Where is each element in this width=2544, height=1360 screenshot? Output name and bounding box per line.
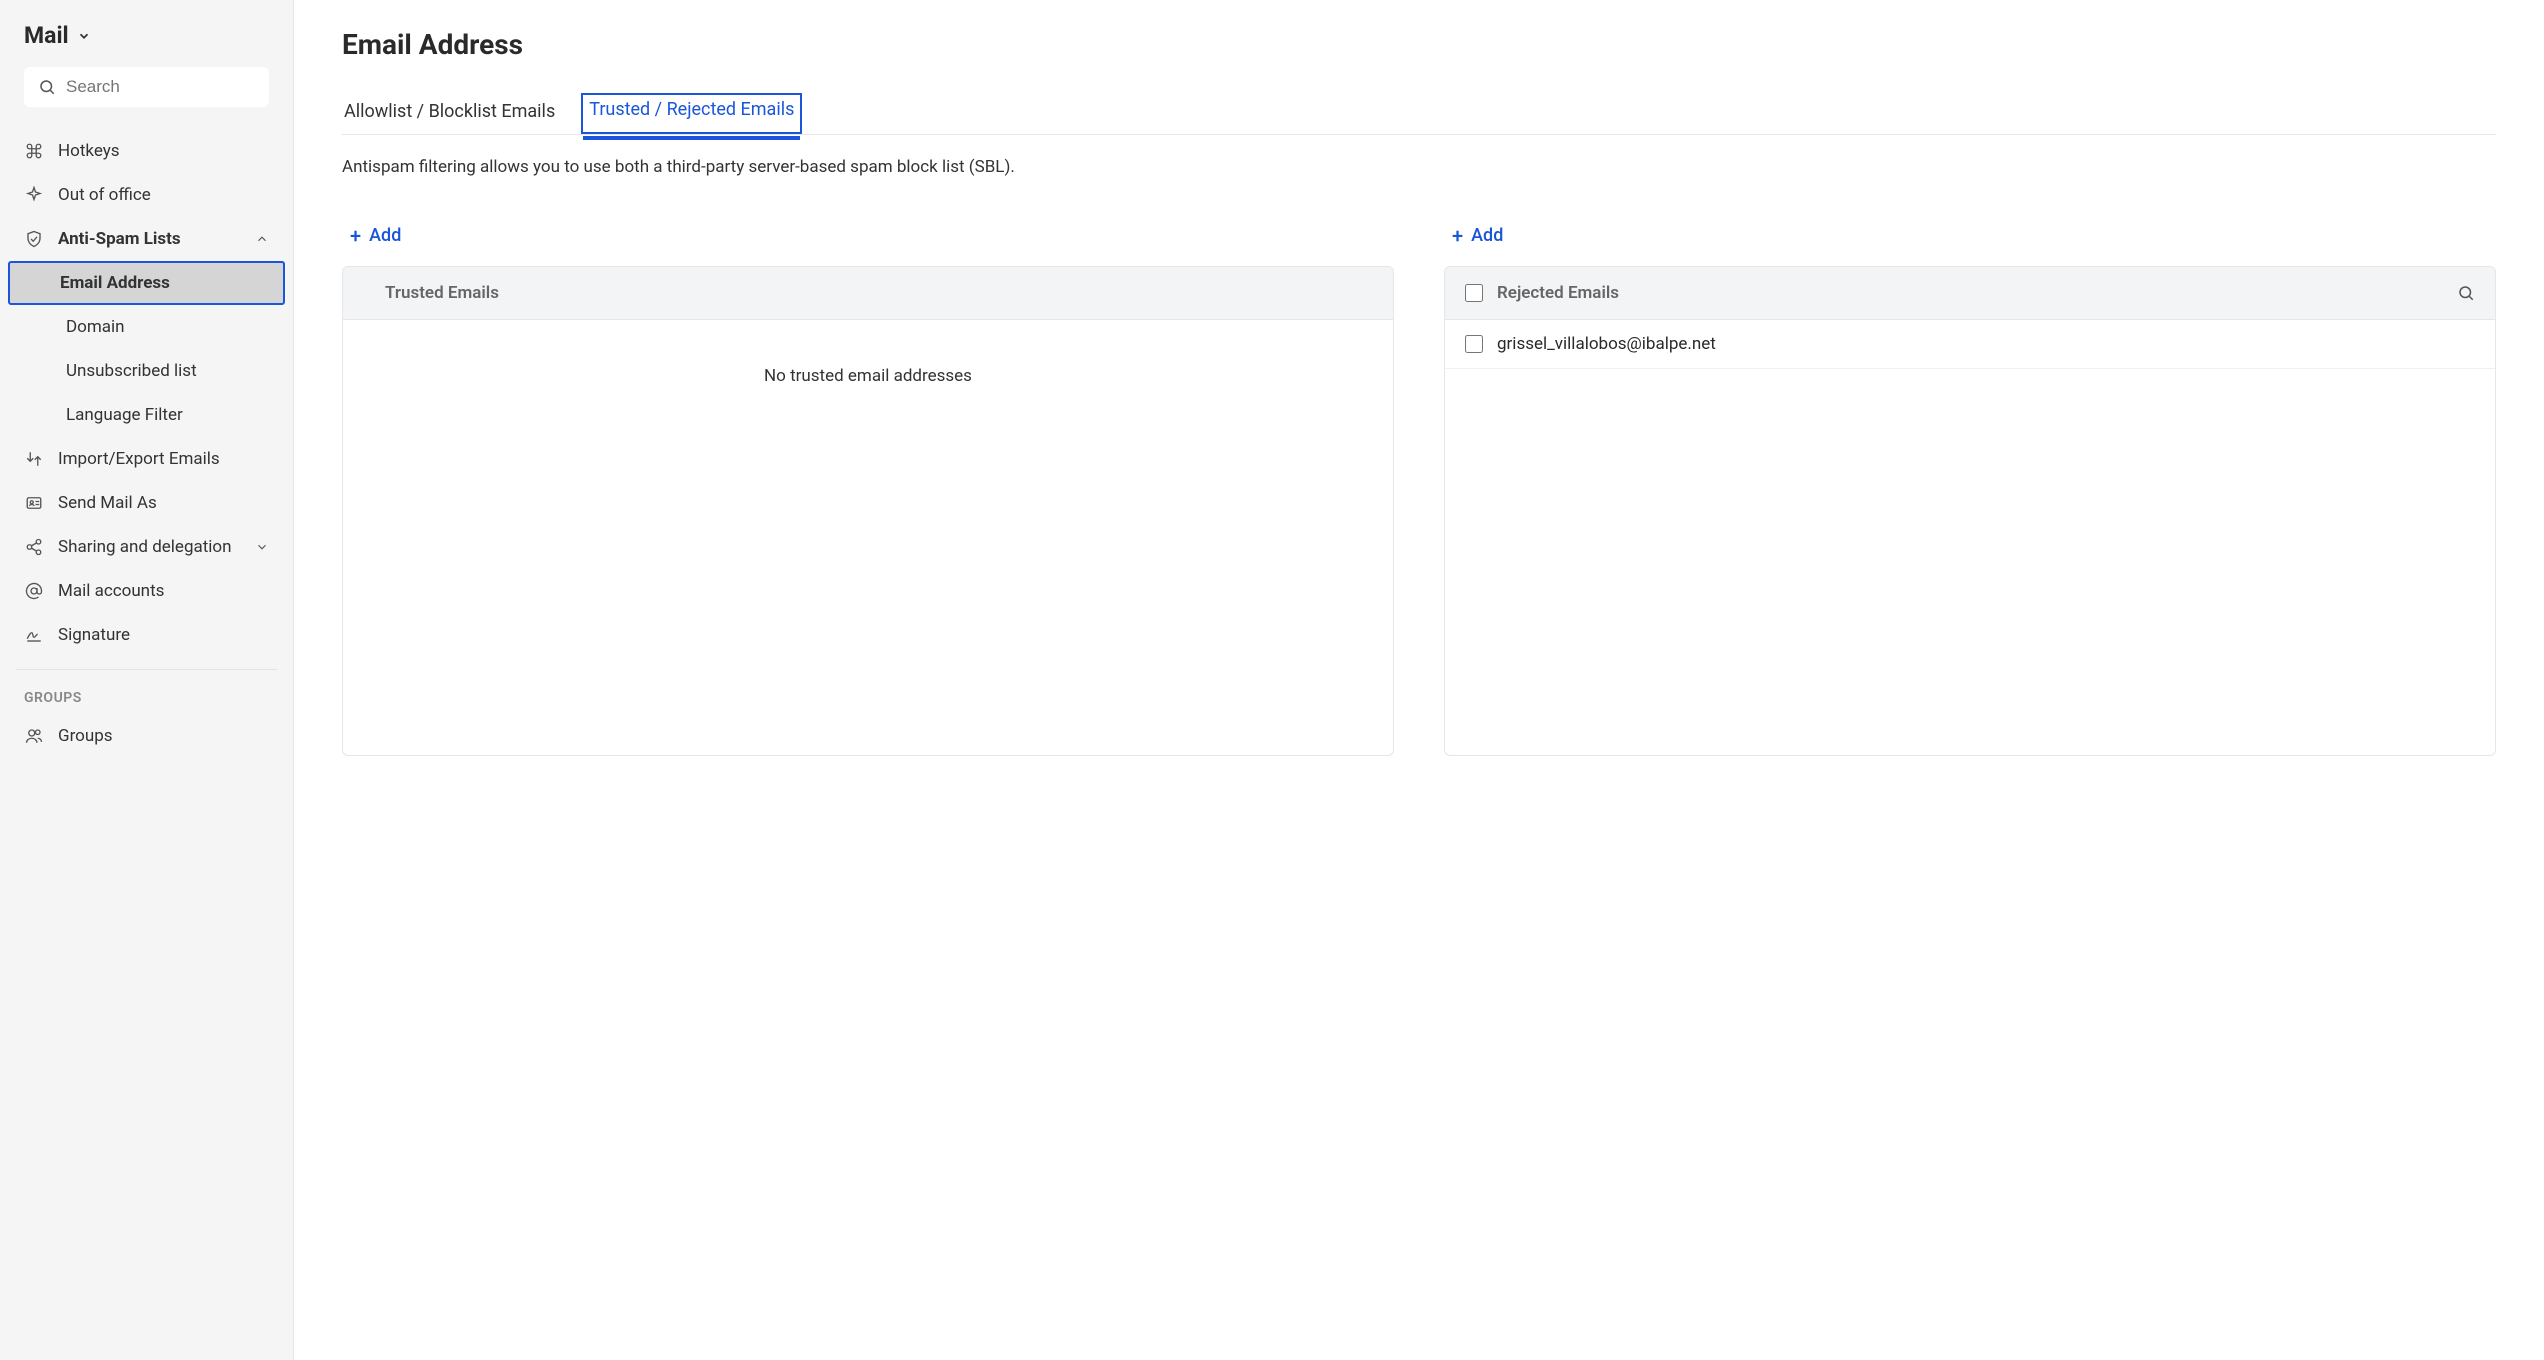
airplane-icon — [24, 185, 44, 205]
sidebar-item-label: Send Mail As — [58, 493, 157, 513]
sidebar-item-label: Sharing and delegation — [58, 537, 232, 557]
chevron-up-icon — [255, 232, 269, 246]
header-label: Trusted Emails — [385, 283, 499, 303]
sidebar-item-label: Anti-Spam Lists — [58, 229, 181, 249]
sidebar-title: Mail — [24, 22, 69, 49]
plus-icon: + — [1452, 226, 1463, 246]
list-item[interactable]: grissel_villalobos@ibalpe.net — [1445, 320, 2495, 369]
plus-icon: + — [350, 226, 361, 246]
tab-label: Allowlist / Blocklist Emails — [344, 101, 555, 122]
sidebar-item-sharing[interactable]: Sharing and delegation — [0, 525, 293, 569]
sidebar-item-label: Mail accounts — [58, 581, 164, 601]
sidebar-item-label: Hotkeys — [58, 141, 120, 161]
page-title: Email Address — [342, 28, 2496, 61]
add-label: Add — [1471, 225, 1503, 246]
trusted-panel: + Add Trusted Emails No trusted email ad… — [342, 217, 1394, 756]
sidebar-sub-domain[interactable]: Domain — [8, 305, 285, 349]
search-input[interactable] — [66, 77, 255, 97]
sidebar-sub-email-address[interactable]: Email Address — [8, 261, 285, 305]
sidebar-sub-unsubscribed[interactable]: Unsubscribed list — [8, 349, 285, 393]
sidebar-item-label: Language Filter — [66, 405, 183, 425]
sidebar-item-label: Import/Export Emails — [58, 449, 220, 469]
search-box[interactable] — [24, 67, 269, 107]
import-export-icon — [24, 449, 44, 469]
chevron-down-icon — [77, 29, 91, 43]
signature-icon — [24, 625, 44, 645]
header-label: Rejected Emails — [1497, 283, 1619, 303]
sidebar-item-label: Groups — [58, 726, 113, 746]
sidebar-item-out-of-office[interactable]: Out of office — [0, 173, 293, 217]
sidebar-item-label: Unsubscribed list — [66, 361, 197, 381]
users-icon — [24, 726, 44, 746]
tab-label: Trusted / Rejected Emails — [589, 99, 794, 120]
add-trusted-button[interactable]: + Add — [342, 217, 1394, 254]
trusted-list: Trusted Emails No trusted email addresse… — [342, 266, 1394, 756]
sidebar-sub-language-filter[interactable]: Language Filter — [8, 393, 285, 437]
sidebar-item-anti-spam[interactable]: Anti-Spam Lists — [0, 217, 293, 261]
rejected-list: Rejected Emails grissel_villalobos@ibalp… — [1444, 266, 2496, 756]
sidebar-item-groups[interactable]: Groups — [0, 714, 293, 758]
search-icon — [38, 78, 56, 96]
page-description: Antispam filtering allows you to use bot… — [342, 157, 2496, 177]
rejected-list-header: Rejected Emails — [1445, 267, 2495, 320]
sidebar: Mail Hotkeys Out of office Anti-Spam Lis… — [0, 0, 294, 1360]
sidebar-item-label: Domain — [66, 317, 125, 337]
select-all-checkbox[interactable] — [1465, 284, 1483, 302]
sidebar-item-mail-accounts[interactable]: Mail accounts — [0, 569, 293, 613]
shield-icon — [24, 229, 44, 249]
chevron-down-icon — [255, 540, 269, 554]
tab-allowlist-blocklist[interactable]: Allowlist / Blocklist Emails — [342, 93, 557, 134]
main-content: Email Address Allowlist / Blocklist Emai… — [294, 0, 2544, 1360]
id-card-icon — [24, 493, 44, 513]
sidebar-item-label: Signature — [58, 625, 130, 645]
sidebar-item-signature[interactable]: Signature — [0, 613, 293, 657]
tabs: Allowlist / Blocklist Emails Trusted / R… — [342, 93, 2496, 135]
divider — [16, 669, 277, 670]
tab-trusted-rejected[interactable]: Trusted / Rejected Emails — [581, 93, 802, 134]
add-label: Add — [369, 225, 401, 246]
trusted-empty-state: No trusted email addresses — [343, 320, 1393, 755]
sidebar-header[interactable]: Mail — [0, 22, 293, 67]
trusted-list-header: Trusted Emails — [343, 267, 1393, 320]
at-icon — [24, 581, 44, 601]
sidebar-item-hotkeys[interactable]: Hotkeys — [0, 129, 293, 173]
command-icon — [24, 141, 44, 161]
sidebar-item-label: Out of office — [58, 185, 151, 205]
panels: + Add Trusted Emails No trusted email ad… — [342, 217, 2496, 756]
rejected-panel: + Add Rejected Emails grissel_villalobos… — [1444, 217, 2496, 756]
share-icon — [24, 537, 44, 557]
row-email: grissel_villalobos@ibalpe.net — [1497, 334, 1716, 354]
sidebar-item-send-mail-as[interactable]: Send Mail As — [0, 481, 293, 525]
add-rejected-button[interactable]: + Add — [1444, 217, 2496, 254]
row-checkbox[interactable] — [1465, 335, 1483, 353]
sidebar-item-import-export[interactable]: Import/Export Emails — [0, 437, 293, 481]
search-icon[interactable] — [2457, 284, 2475, 302]
sidebar-item-label: Email Address — [60, 273, 170, 293]
groups-section-label: GROUPS — [0, 682, 293, 714]
